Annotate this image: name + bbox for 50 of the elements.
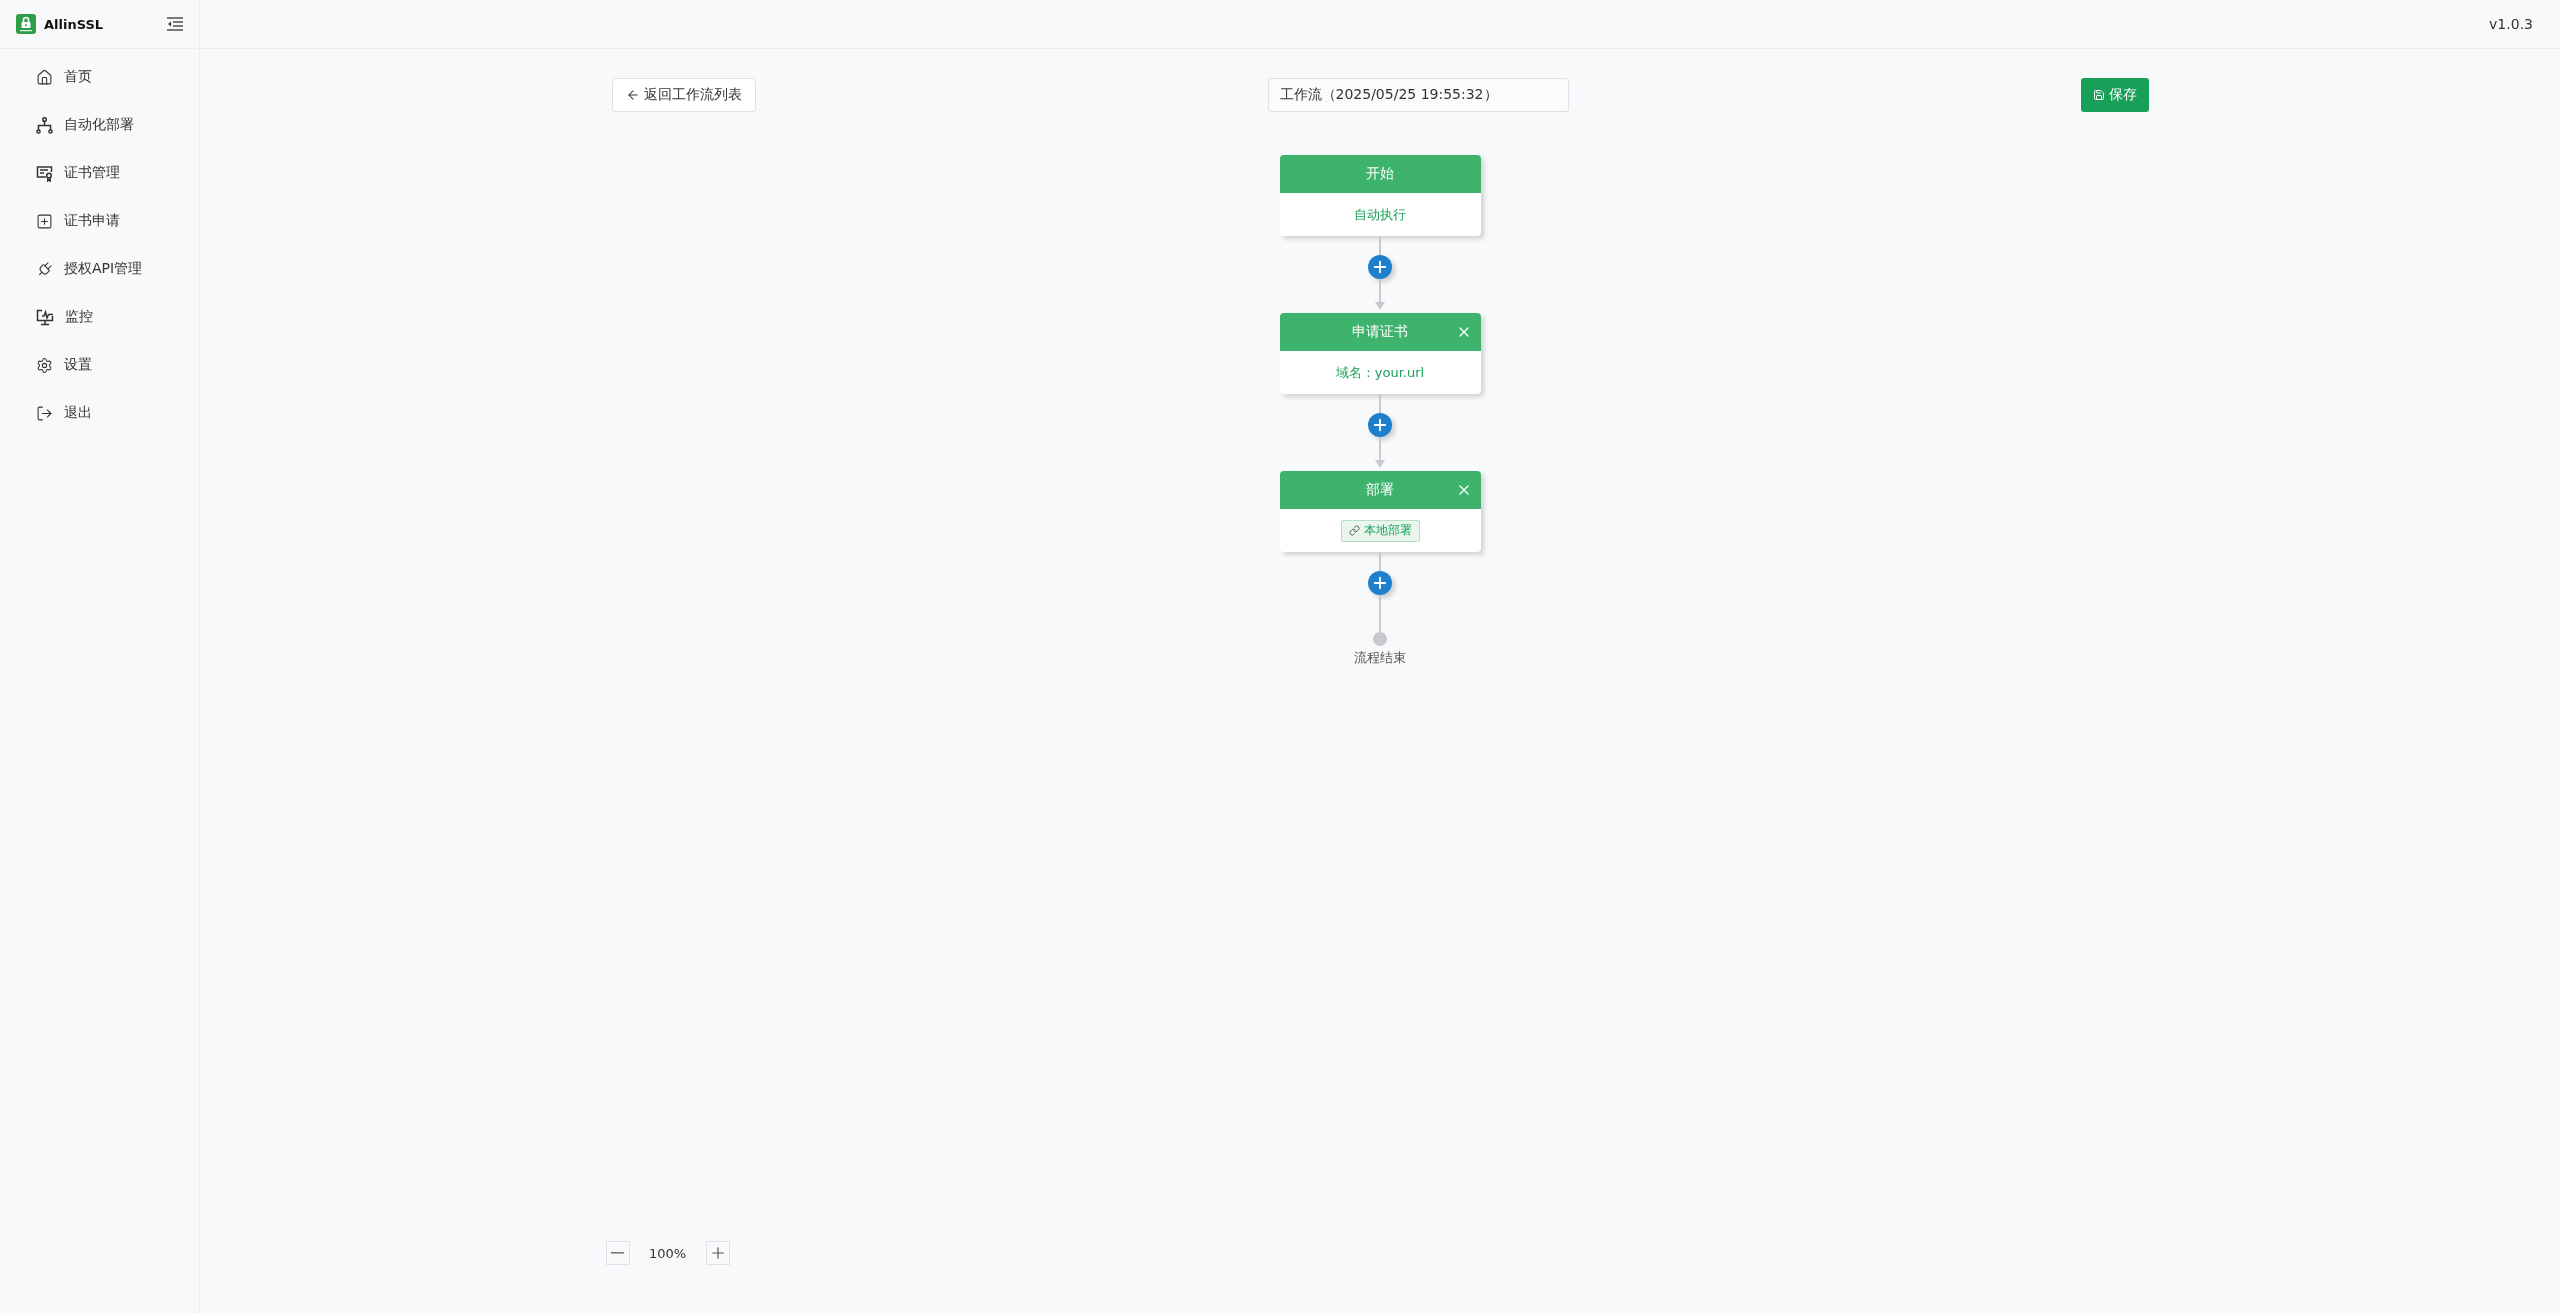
zoom-out-button[interactable] [605, 1241, 630, 1265]
connector-arrow [1375, 279, 1385, 310]
workflow-node[interactable]: 开始 自动执行 [1279, 155, 1481, 236]
title-field[interactable]: 工作流（2025/05/25 19:55:32） [1267, 78, 1569, 112]
node-title: 开始 [1366, 165, 1394, 183]
plus-square-icon [36, 212, 53, 230]
node-text: 域名：your.url [1335, 363, 1425, 382]
connector-line [1379, 394, 1381, 413]
tag-label: 本地部署 [1363, 522, 1412, 539]
workflow-node[interactable]: 申请证书 域名：your.url [1279, 313, 1481, 394]
node-title: 申请证书 [1352, 323, 1408, 341]
sidebar-item[interactable]: 证书申请 [0, 197, 199, 245]
plus-icon [1371, 258, 1389, 276]
add-node-button[interactable] [1368, 255, 1392, 279]
connector-line [1379, 236, 1381, 255]
connector-line [1379, 552, 1381, 571]
sidebar-item[interactable]: 监控 [0, 293, 199, 341]
plus-icon [1371, 416, 1389, 434]
logout-icon [36, 404, 53, 422]
sidebar-item[interactable]: 退出 [0, 389, 199, 437]
connector-line [1379, 595, 1381, 632]
logo-icon [16, 14, 36, 34]
sidebar-item[interactable]: 首页 [0, 53, 199, 101]
hierarchy-icon [36, 116, 53, 134]
add-node-button[interactable] [1368, 413, 1392, 437]
certificate-icon [36, 164, 53, 182]
connector-arrow [1375, 437, 1385, 468]
end-label: 流程结束 [1354, 649, 1406, 667]
save-icon [2092, 89, 2105, 101]
add-node-button[interactable] [1368, 571, 1392, 595]
node-text: 自动执行 [1354, 205, 1406, 224]
brand-name: AllinSSL [44, 16, 105, 32]
link-icon [1348, 525, 1360, 536]
sidebar-item[interactable]: 授权API管理 [0, 245, 199, 293]
plus-icon [1371, 574, 1389, 592]
sidebar-item[interactable]: 设置 [0, 341, 199, 389]
monitor-icon [36, 308, 54, 326]
zoom-level: 100% [647, 1245, 688, 1261]
sidebar-item[interactable]: 自动化部署 [0, 101, 199, 149]
version-label: v1.0.3 [2489, 16, 2533, 32]
node-title: 部署 [1366, 481, 1394, 499]
collapse-menu-icon[interactable] [167, 17, 183, 31]
arrow-left-icon [625, 88, 640, 102]
minus-icon [611, 1252, 624, 1254]
zoom-in-button[interactable] [705, 1241, 730, 1265]
home-icon [36, 68, 53, 86]
back-button[interactable]: 返回工作流列表 [611, 78, 756, 112]
settings-icon [36, 356, 53, 374]
end-point-icon [1373, 632, 1387, 646]
sidebar-item[interactable]: 证书管理 [0, 149, 199, 197]
